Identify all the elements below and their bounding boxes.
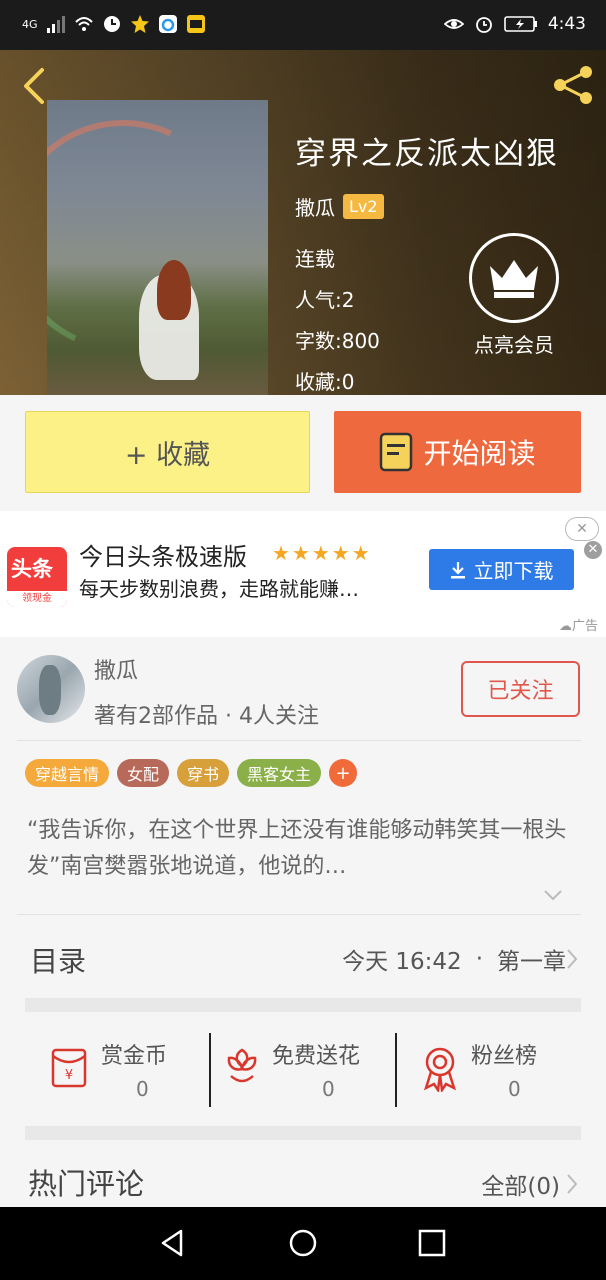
- toc-separator: ·: [475, 946, 483, 972]
- add-tag-button[interactable]: +: [329, 759, 358, 787]
- signal-icon: [46, 16, 65, 33]
- alarm-icon: [475, 17, 492, 33]
- ad-rating-stars: ★★★★★: [272, 541, 372, 565]
- book-title: 穿界之反派太凶狠: [295, 136, 559, 172]
- share-icon[interactable]: [550, 62, 596, 108]
- vip-button[interactable]: 点亮会员: [466, 233, 562, 358]
- rewards-row: ¥ 赏金币 0 免费送花 0 粉丝榜 0: [25, 1026, 581, 1122]
- vip-circle: [469, 233, 559, 323]
- tag-item[interactable]: 穿越言情: [25, 759, 110, 787]
- toc-updated-time: 今天 16:42: [342, 949, 462, 975]
- status-bar: 4G 4:43: [0, 0, 606, 50]
- author-level-badge: Lv2: [343, 194, 384, 219]
- vip-label: 点亮会员: [474, 333, 554, 357]
- reward-fans-label: 粉丝榜: [471, 1044, 538, 1069]
- ad-download-button[interactable]: 立即下载: [429, 549, 574, 590]
- chevron-right-icon: [567, 1174, 578, 1194]
- divider: [17, 914, 581, 915]
- section-separator: [25, 998, 581, 1012]
- crown-icon: [490, 260, 538, 298]
- network-type: 4G: [22, 17, 38, 31]
- collect-button[interactable]: + 收藏: [25, 411, 310, 493]
- book-favorites: 收藏:0: [295, 370, 355, 394]
- ad-banner[interactable]: 头条 领现金 今日头条极速版 ★★★★★ 每天步数别浪费，走路就能赚… 立即下载…: [0, 511, 606, 637]
- book-popularity: 人气:2: [295, 288, 355, 312]
- ad-label: ☁广告: [559, 615, 598, 634]
- author-card: 撒瓜 著有2部作品 · 4人关注 已关注: [0, 640, 606, 740]
- book-cover[interactable]: [47, 100, 268, 395]
- ad-close-button[interactable]: ✕: [565, 517, 599, 541]
- book-icon: [380, 432, 413, 472]
- ad-description: 每天步数别浪费，走路就能赚…: [79, 577, 359, 601]
- start-reading-label: 开始阅读: [423, 437, 536, 470]
- cloud-icon: ☁: [558, 619, 572, 634]
- book-synopsis: “我告诉你，在这个世界上还没有谁能够动韩笑其一根头发”南宫樊嚣张地说道，他说的…: [27, 818, 567, 879]
- expand-synopsis-icon[interactable]: [543, 888, 563, 902]
- reward-coin-label: 赏金币: [101, 1044, 168, 1069]
- action-bar: + 收藏 开始阅读: [0, 395, 606, 510]
- system-navigation-bar: [0, 1207, 606, 1280]
- clock-icon: [103, 16, 120, 32]
- battery-icon: [504, 16, 537, 32]
- book-status: 连载: [295, 247, 335, 271]
- clock-time: 4:43: [547, 14, 586, 34]
- reward-flower-value: 0: [322, 1077, 335, 1101]
- hot-comments-title: 热门评论: [28, 1167, 145, 1201]
- reward-coin-item[interactable]: ¥ 赏金币 0: [25, 1026, 210, 1122]
- start-reading-button[interactable]: 开始阅读: [334, 411, 581, 493]
- hot-comments-header: 热门评论 全部(0): [0, 1155, 606, 1207]
- red-envelope-icon: ¥: [51, 1048, 87, 1088]
- nav-home-icon[interactable]: [287, 1227, 319, 1259]
- tag-item[interactable]: 穿书: [177, 759, 230, 787]
- ad-title: 今日头条极速版: [79, 543, 247, 571]
- book-author[interactable]: 撒瓜: [295, 192, 335, 221]
- reader-app-icon: [186, 15, 205, 33]
- all-comments-link[interactable]: 全部(0): [481, 1167, 560, 1201]
- reward-flower-label: 免费送花: [272, 1044, 361, 1069]
- svg-text:¥: ¥: [65, 1068, 73, 1083]
- follow-button[interactable]: 已关注: [461, 661, 580, 717]
- tag-item[interactable]: 女配: [117, 759, 170, 787]
- reward-fans-value: 0: [508, 1077, 521, 1101]
- ad-download-label: 立即下载: [473, 559, 554, 583]
- divider: [17, 740, 581, 741]
- tag-list: 穿越言情 女配 穿书 黑客女主 +: [25, 759, 358, 787]
- author-card-meta: 著有2部作品 · 4人关注: [94, 704, 319, 729]
- reward-coin-value: 0: [136, 1077, 149, 1101]
- cover-hair: [157, 260, 191, 320]
- author-card-name[interactable]: 撒瓜: [94, 653, 138, 685]
- star-app-icon: [130, 15, 149, 33]
- section-separator: [25, 1126, 581, 1140]
- wifi-icon: [74, 17, 93, 31]
- reward-fans-item[interactable]: 粉丝榜 0: [397, 1026, 581, 1122]
- chevron-right-icon: [567, 949, 578, 969]
- nav-recents-icon[interactable]: [416, 1227, 448, 1259]
- eye-icon: [443, 19, 464, 29]
- download-icon: [450, 561, 465, 578]
- ad-tag-text: 广告: [571, 619, 598, 634]
- ad-app-logo: 头条 领现金: [7, 547, 67, 607]
- book-header: 穿界之反派太凶狠 撒瓜 Lv2 连载 人气:2 字数:800 收藏:0 点亮会员: [0, 50, 606, 395]
- reward-flower-item[interactable]: 免费送花 0: [211, 1026, 395, 1122]
- medal-icon: [423, 1047, 457, 1092]
- flower-icon: [227, 1048, 257, 1083]
- author-avatar[interactable]: [17, 655, 85, 723]
- ad-logo-main: 头条: [11, 557, 53, 581]
- ad-dismiss-icon[interactable]: ✕: [584, 541, 602, 559]
- toc-latest: 今天 16:42 · 第一章: [342, 942, 566, 976]
- tag-item[interactable]: 黑客女主: [237, 759, 322, 787]
- nav-back-icon[interactable]: [157, 1227, 189, 1259]
- app-notification-icon: [158, 15, 177, 33]
- toc-latest-chapter: 第一章: [497, 949, 566, 975]
- toc-title: 目录: [30, 945, 87, 978]
- book-word-count: 字数:800: [295, 329, 380, 353]
- author-row: 撒瓜 Lv2: [295, 192, 384, 221]
- ad-logo-sub: 领现金: [7, 591, 67, 607]
- table-of-contents-row[interactable]: 目录 今天 16:42 · 第一章: [0, 920, 606, 998]
